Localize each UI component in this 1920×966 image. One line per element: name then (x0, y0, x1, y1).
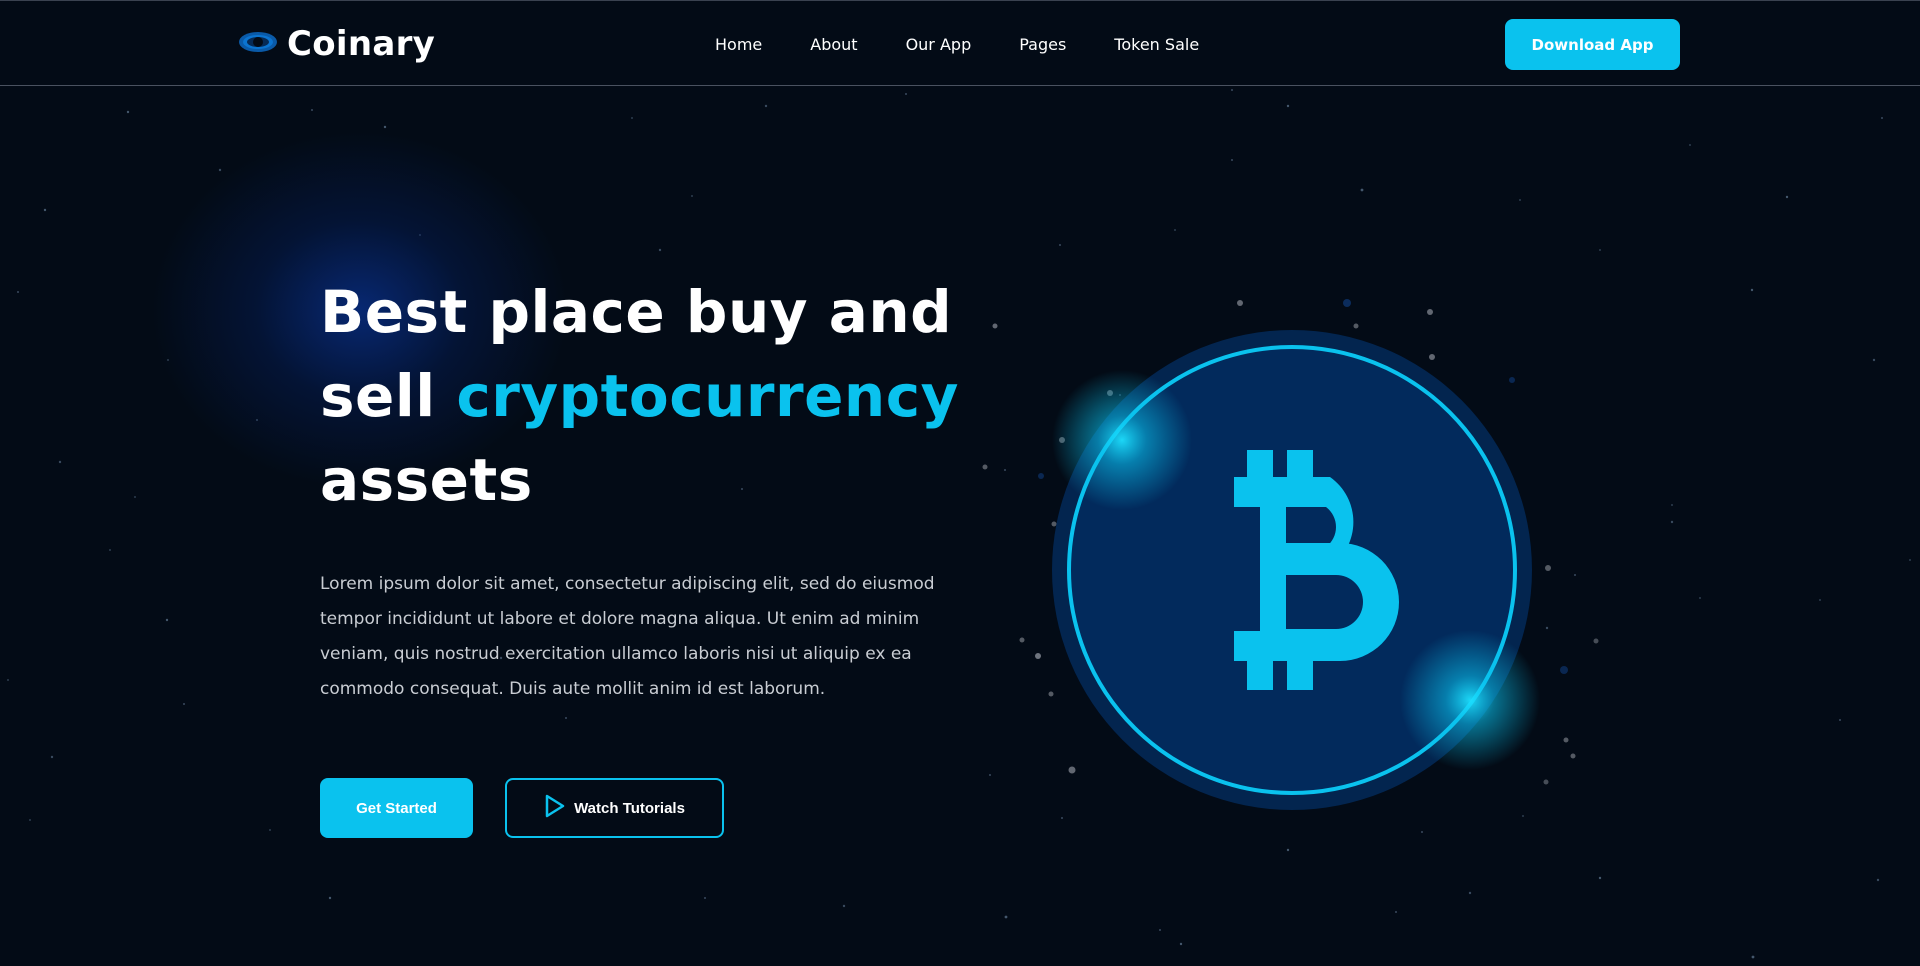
eye-logo-icon (238, 30, 278, 58)
hero-title-line3: assets (320, 446, 533, 514)
play-icon (544, 794, 566, 822)
download-app-button[interactable]: Download App (1505, 19, 1680, 70)
hero-section: Best place buy and sell cryptocurrency a… (320, 270, 960, 707)
hero-title-line2-prefix: sell (320, 362, 457, 430)
main-nav: Home About Our App Pages Token Sale (715, 1, 1199, 87)
top-navbar: Coinary Home About Our App Pages Token S… (0, 0, 1920, 86)
hero-actions: Get Started Watch Tutorials (320, 778, 724, 838)
nav-home[interactable]: Home (715, 35, 762, 54)
brand-name: Coinary (287, 24, 436, 64)
hero-description: Lorem ipsum dolor sit amet, consectetur … (320, 574, 935, 699)
nav-about[interactable]: About (810, 35, 857, 54)
hero-title-line1: Best place buy and (320, 278, 953, 346)
hero-title-highlight: cryptocurrency (456, 362, 959, 430)
brand-logo[interactable]: Coinary (238, 23, 435, 65)
nav-token-sale[interactable]: Token Sale (1114, 35, 1199, 54)
nav-pages[interactable]: Pages (1019, 35, 1066, 54)
watch-tutorials-label: Watch Tutorials (574, 799, 685, 817)
hero-title: Best place buy and sell cryptocurrency a… (320, 270, 960, 522)
nav-our-app[interactable]: Our App (906, 35, 972, 54)
bitcoin-coin-illustration (1000, 280, 1620, 880)
watch-tutorials-button[interactable]: Watch Tutorials (505, 778, 724, 838)
starfield-background (7, 89, 1911, 959)
get-started-button[interactable]: Get Started (320, 778, 473, 838)
